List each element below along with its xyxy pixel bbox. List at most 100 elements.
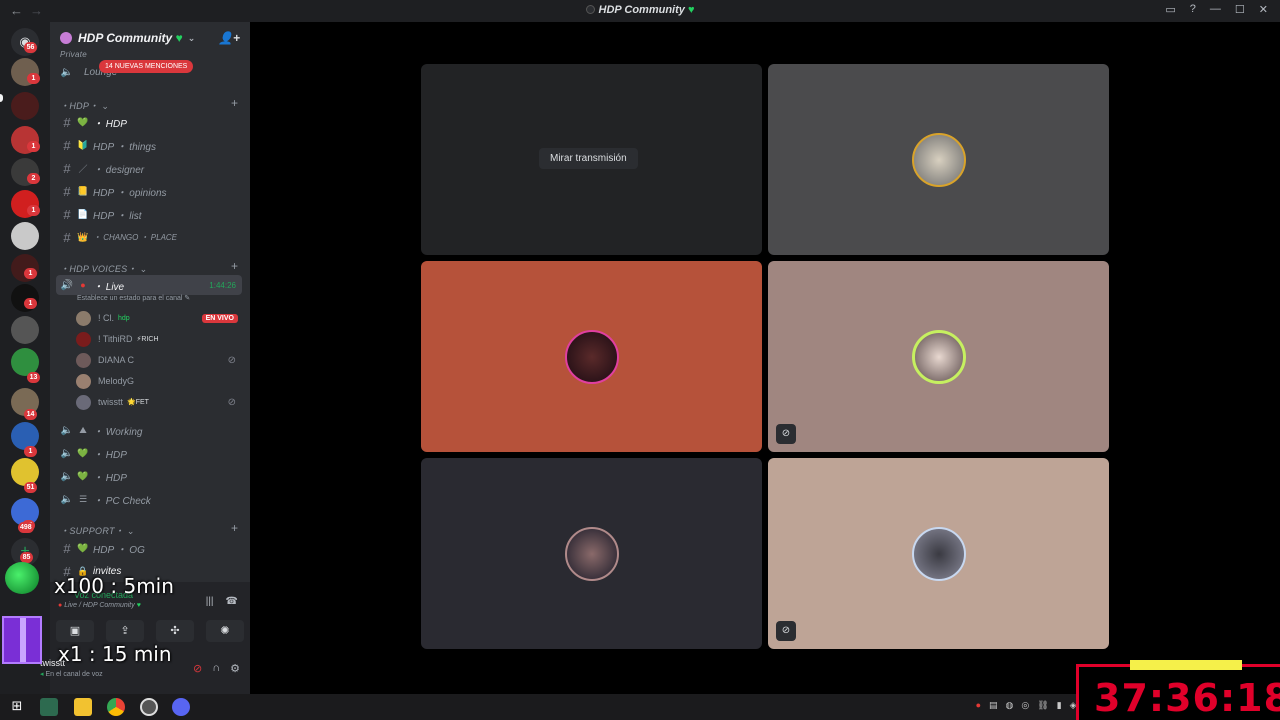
channel-emoji: ☰	[78, 493, 88, 504]
window-title: HDP Community ♥	[0, 4, 1280, 16]
inbox-icon[interactable]: ▭	[1165, 3, 1175, 16]
server-icon[interactable]	[11, 422, 39, 450]
unread-badge: 1	[27, 73, 40, 84]
participant-tile[interactable]: ⊘	[768, 458, 1109, 649]
server-icon[interactable]	[11, 92, 39, 120]
voice-actions: ▣ ⇪ ✣ ✺	[50, 620, 250, 642]
avatar	[911, 329, 966, 384]
discord-icon[interactable]	[172, 698, 190, 716]
windows-start-icon[interactable]: ⊞	[8, 698, 26, 716]
text-channel-designer[interactable]: # ／ ・ designer	[56, 158, 242, 178]
window-title-text: HDP Community	[598, 4, 685, 16]
unread-badge: 1	[27, 141, 40, 152]
tray-icon[interactable]: ⛓	[1037, 700, 1048, 711]
voice-member[interactable]: twisstt 🌟FET ⊘	[76, 392, 242, 412]
voice-member[interactable]: MelodyG	[76, 371, 242, 391]
disconnect-icon[interactable]: ☎	[226, 596, 238, 607]
server-icon[interactable]	[11, 458, 39, 486]
participant-tile[interactable]	[768, 64, 1109, 255]
voice-channel-pc-check[interactable]: 🔈 ☰ ・ PC Check	[56, 489, 242, 509]
mic-muted-icon[interactable]: ⊘	[193, 662, 202, 675]
gear-icon[interactable]: ⚙	[230, 662, 240, 675]
channel-name: ・ CHANGO ・ PLACE	[93, 232, 178, 242]
minimize-button[interactable]: —	[1210, 3, 1221, 16]
maximize-button[interactable]: ☐	[1235, 3, 1245, 16]
app-icon[interactable]	[40, 698, 58, 716]
participant-tile[interactable]	[421, 458, 762, 649]
create-channel-icon[interactable]: +	[231, 521, 238, 535]
category-support[interactable]: ・SUPPORT・ ⌄	[60, 524, 135, 537]
avatar	[76, 373, 91, 389]
participant-tile[interactable]: ⊘	[768, 261, 1109, 452]
tray-icon[interactable]: ◎	[1021, 700, 1029, 711]
category-hdp[interactable]: ・HDP・ ⌄	[60, 99, 109, 112]
user-status: ◂ En el canal de voz	[40, 670, 103, 678]
voice-connected-channel[interactable]: ● Live / HDP Community ♥	[58, 602, 141, 609]
noise-suppression-icon[interactable]: |||	[206, 596, 214, 607]
text-channel-chango-place[interactable]: # 👑 ・ CHANGO ・ PLACE	[56, 227, 242, 247]
avatar	[911, 526, 966, 581]
text-channel-og[interactable]: # 💚 HDP ・ OG	[56, 538, 242, 558]
file-explorer-icon[interactable]	[74, 698, 92, 716]
category-hdp-voices[interactable]: ・HDP VOICES・ ⌄	[60, 262, 147, 275]
app-icon[interactable]	[140, 698, 158, 716]
unread-badge: 51	[24, 482, 37, 493]
unread-badge: 498	[18, 522, 34, 533]
activities-button[interactable]: ✣	[156, 620, 194, 642]
title-bar: ← → HDP Community ♥ ▭ ? — ☐ ✕	[0, 0, 1280, 22]
participant-tile[interactable]	[421, 261, 762, 452]
server-icon[interactable]	[11, 222, 39, 250]
channel-emoji: 💚	[77, 542, 89, 553]
headphones-icon[interactable]: ∩	[212, 662, 220, 675]
voice-channel-live[interactable]: 🔊 ● ・ Live 1:44:26	[56, 275, 242, 295]
voice-member[interactable]: DIANA C ⊘	[76, 350, 242, 370]
tray-icon[interactable]: ▮	[1057, 700, 1062, 711]
stream-tile[interactable]: Mirar transmisión	[421, 64, 762, 255]
channel-emoji: ⛰	[79, 424, 87, 435]
text-channel-things[interactable]: # 🔰 HDP ・ things	[56, 135, 242, 155]
voice-member[interactable]: ! TithiRD ⚡RICH	[76, 329, 242, 349]
mic-muted-icon: ⊘	[776, 424, 796, 444]
member-tag: 🌟FET	[127, 399, 149, 406]
hash-icon: #	[63, 229, 71, 245]
close-button[interactable]: ✕	[1259, 3, 1268, 16]
screen-share-button[interactable]: ⇪	[106, 620, 144, 642]
channel-name: ・ Live	[93, 281, 125, 293]
chrome-icon[interactable]	[107, 698, 125, 716]
avatar	[564, 329, 619, 384]
mic-icon[interactable]: ●	[976, 700, 981, 711]
category-private[interactable]: Private	[60, 50, 87, 59]
green-heart-icon: ♥	[175, 31, 183, 45]
guild-name: HDP Community	[78, 31, 173, 45]
speaker-icon: 🔈	[60, 447, 74, 459]
window-controls: ▭ ? — ☐ ✕	[1165, 3, 1268, 16]
unread-badge: 1	[24, 446, 37, 457]
voice-channel-working[interactable]: 🔈 ⛰ ・ Working	[56, 420, 242, 440]
text-channel-opinions[interactable]: # 📒 HDP ・ opinions	[56, 181, 242, 201]
help-icon[interactable]: ?	[1190, 3, 1196, 16]
new-mentions-pill[interactable]: 14 NUEVAS MENCIONES	[99, 60, 194, 73]
voice-channel-hdp[interactable]: 🔈 💚 ・ HDP	[56, 443, 242, 463]
watch-stream-button[interactable]: Mirar transmisión	[539, 148, 638, 169]
avatar	[76, 310, 91, 326]
camera-button[interactable]: ▣	[56, 620, 94, 642]
create-channel-icon[interactable]: +	[231, 96, 238, 110]
text-channel-list[interactable]: # 📄 HDP ・ list	[56, 204, 242, 224]
unread-pill	[0, 94, 3, 102]
channel-status[interactable]: Establece un estado para el canal ✎	[77, 294, 190, 302]
text-channel-hdp[interactable]: # 💚 ・ HDP	[56, 112, 242, 132]
server-icon[interactable]	[11, 316, 39, 344]
voice-channel-hdp-2[interactable]: 🔈 💚 ・ HDP	[56, 466, 242, 486]
create-channel-icon[interactable]: +	[231, 259, 238, 273]
green-heart-icon: ♥	[136, 602, 141, 609]
soundboard-button[interactable]: ✺	[206, 620, 244, 642]
voice-member[interactable]: ! Cl. hdp EN VIVO	[76, 308, 242, 328]
channel-emoji: 💚	[77, 116, 89, 127]
red-dot-icon: ●	[80, 280, 86, 290]
invite-people-icon[interactable]: 👤+	[218, 31, 240, 45]
live-badge: EN VIVO	[201, 313, 238, 323]
member-name: ! Cl.	[98, 313, 115, 323]
overlay-rate-2: x1 : 15 min	[58, 642, 172, 666]
tray-icon[interactable]: ◍	[1006, 700, 1014, 711]
tray-icon[interactable]: ▤	[989, 700, 998, 711]
